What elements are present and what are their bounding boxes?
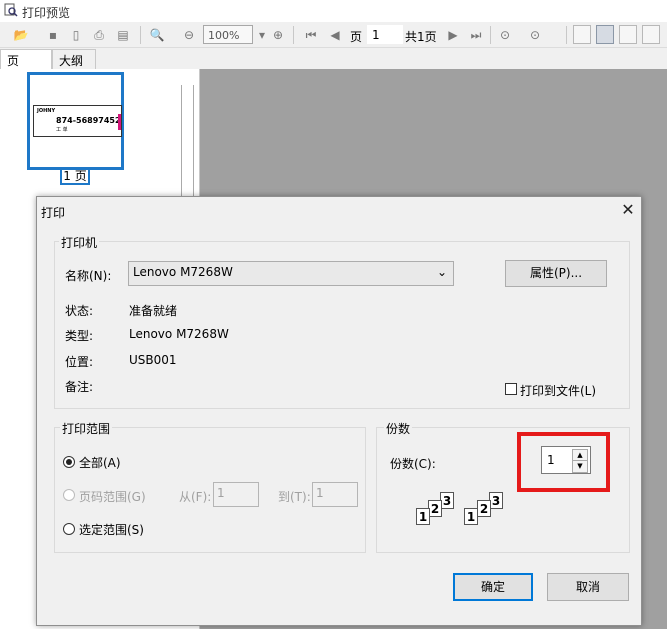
printer-name-label: 名称(N): (65, 269, 112, 283)
page-setup-icon[interactable]: ▯ (67, 25, 85, 45)
print-preview-icon (4, 3, 18, 17)
close-icon[interactable]: ✕ (617, 199, 639, 221)
thumbnail-page-label: 1 页 (60, 168, 90, 185)
type-value: Lenovo M7268W (129, 327, 229, 341)
tab-outline[interactable]: 大纲 (52, 49, 96, 69)
back-icon[interactable]: ⊙ (496, 25, 514, 45)
zoom-out-icon[interactable]: ⊖ (180, 25, 198, 45)
printer-name-value: Lenovo M7268W (133, 265, 233, 279)
type-label: 类型: (65, 329, 94, 343)
thumb-line3: 工 单 (56, 127, 68, 133)
export-icon[interactable]: ▤ (114, 25, 132, 45)
print-to-file-label[interactable]: 打印到文件(L) (520, 382, 596, 399)
chevron-down-icon: ⌄ (436, 265, 447, 279)
print-range-label: 打印范围 (60, 420, 113, 437)
window-titlebar: 打印预览 (0, 0, 667, 22)
window-title: 打印预览 (22, 6, 71, 20)
zoom-icon[interactable]: 🔍 (148, 25, 166, 45)
single-page-view-icon[interactable] (573, 25, 591, 44)
status-label: 状态: (65, 304, 94, 318)
page-number-input[interactable]: 1 (367, 25, 403, 44)
status-value: 准备就绪 (129, 304, 178, 318)
first-page-icon[interactable]: ⏮ (302, 25, 320, 45)
from-label: 从(F): (179, 490, 212, 504)
copies-label: 份数(C): (390, 457, 436, 471)
dialog-title: 打印 (41, 206, 66, 220)
properties-button[interactable]: 属性(P)... (505, 260, 607, 287)
range-all-radio[interactable] (63, 456, 75, 468)
next-page-icon[interactable]: ▶ (444, 25, 462, 45)
prev-page-icon[interactable]: ◀ (326, 25, 344, 45)
full-page-view-icon[interactable] (596, 25, 614, 44)
copies-group-label: 份数 (384, 420, 413, 437)
total-pages: 共1页 (405, 30, 437, 44)
range-selection-label[interactable]: 选定范围(S) (79, 521, 144, 538)
ok-button[interactable]: 确定 (453, 573, 533, 601)
thumb-line2: 874-56897452 (56, 116, 121, 125)
forward-icon[interactable]: ⊙ (526, 25, 544, 45)
to-input[interactable]: 1 (312, 482, 358, 507)
toolbar: 📂 ▪ ▯ ⎙ ▤ 🔍 ⊖ 100% ▾ ⊕ ⏮ ◀ 页 1 共1页 ▶ ⏭ ⊙… (0, 22, 667, 48)
print-icon[interactable]: ⎙ (90, 25, 108, 45)
range-pages-radio[interactable] (63, 489, 75, 501)
printer-group-label: 打印机 (59, 234, 100, 251)
last-page-icon[interactable]: ⏭ (467, 25, 485, 45)
page-thumbnail[interactable]: JOHNY 874-56897452 工 单 (27, 72, 124, 170)
page-label: 页 (350, 30, 363, 44)
from-input[interactable]: 1 (213, 482, 259, 507)
range-all-label[interactable]: 全部(A) (79, 454, 121, 471)
thumb-line1: JOHNY (37, 108, 56, 114)
copies-highlight-box (517, 432, 610, 492)
open-icon[interactable]: 📂 (12, 25, 30, 45)
print-to-file-checkbox[interactable] (505, 383, 517, 395)
vertical-ruler (181, 85, 194, 200)
save-icon[interactable]: ▪ (44, 25, 62, 45)
side-tabs: 页 大纲 (0, 49, 200, 70)
range-pages-label[interactable]: 页码范围(G) (79, 488, 146, 505)
cancel-button[interactable]: 取消 (547, 573, 629, 601)
zoom-in-icon[interactable]: ⊕ (269, 25, 287, 45)
multi-page-view-icon[interactable] (642, 25, 660, 44)
location-label: 位置: (65, 355, 94, 369)
range-selection-radio[interactable] (63, 523, 75, 535)
to-label: 到(T): (278, 490, 311, 504)
comment-label: 备注: (65, 380, 94, 394)
location-value: USB001 (129, 353, 177, 367)
two-page-view-icon[interactable] (619, 25, 637, 44)
tab-pages[interactable]: 页 (0, 49, 52, 70)
zoom-input[interactable]: 100% (203, 25, 253, 44)
printer-name-select[interactable]: Lenovo M7268W ⌄ (128, 261, 454, 286)
